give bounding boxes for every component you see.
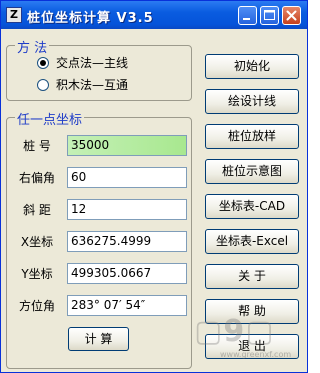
y-coordinate-input[interactable]: 499305.0667 <box>67 263 187 284</box>
close-button[interactable] <box>282 6 301 25</box>
slant-distance-input[interactable]: 12 <box>67 199 187 220</box>
calculate-button[interactable]: 计 算 <box>68 327 129 351</box>
draw-design-line-button[interactable]: 绘设计线 <box>205 89 299 114</box>
minimize-button[interactable] <box>238 6 257 25</box>
point-legend: 任一点坐标 <box>15 109 85 128</box>
maximize-button[interactable] <box>260 6 279 25</box>
azimuth-input[interactable]: 283° 07′ 54″ <box>67 295 187 316</box>
y-coordinate-label: Y坐标 <box>21 267 53 281</box>
about-button[interactable]: 关 于 <box>205 264 299 289</box>
right-deflection-label: 右偏角 <box>18 171 55 185</box>
right-deflection-input[interactable]: 60 <box>67 167 187 188</box>
x-coordinate-input[interactable]: 636275.4999 <box>67 231 187 252</box>
watermark-url: www.greenxf.com <box>220 350 292 359</box>
title-bar[interactable]: Z 桩位坐标计算 V3.5 <box>1 1 307 29</box>
close-icon <box>286 10 297 21</box>
initialize-button[interactable]: 初始化 <box>205 54 299 79</box>
coord-table-cad-button[interactable]: 坐标表-CAD <box>205 194 299 219</box>
radio-label[interactable]: 积木法—互通 <box>56 77 128 93</box>
window-title: 桩位坐标计算 V3.5 <box>27 11 154 26</box>
slant-distance-label: 斜 距 <box>23 203 51 217</box>
point-group: 任一点坐标 桩 号 35000 右偏角 60 斜 距 12 X坐标 636275… <box>6 109 192 369</box>
minimize-icon <box>243 18 250 20</box>
stake-layout-button[interactable]: 桩位放样 <box>205 124 299 149</box>
radio-dot[interactable] <box>37 79 49 91</box>
method-group: 方 法 交点法—主线 积木法—互通 <box>6 37 192 101</box>
stake-diagram-button[interactable]: 桩位示意图 <box>205 159 299 184</box>
x-coordinate-label: X坐标 <box>20 235 54 249</box>
app-icon[interactable]: Z <box>6 7 22 23</box>
radio-dot-selected[interactable] <box>37 57 49 69</box>
method-legend: 方 法 <box>15 37 50 56</box>
watermark-logo: ▢9▢ <box>194 314 275 349</box>
azimuth-label: 方位角 <box>18 299 55 313</box>
radio-label[interactable]: 交点法—主线 <box>56 55 128 71</box>
station-label: 桩 号 <box>23 139 51 153</box>
maximize-icon <box>264 10 275 20</box>
coord-table-excel-button[interactable]: 坐标表-Excel <box>205 229 299 254</box>
station-input[interactable]: 35000 <box>67 135 187 156</box>
